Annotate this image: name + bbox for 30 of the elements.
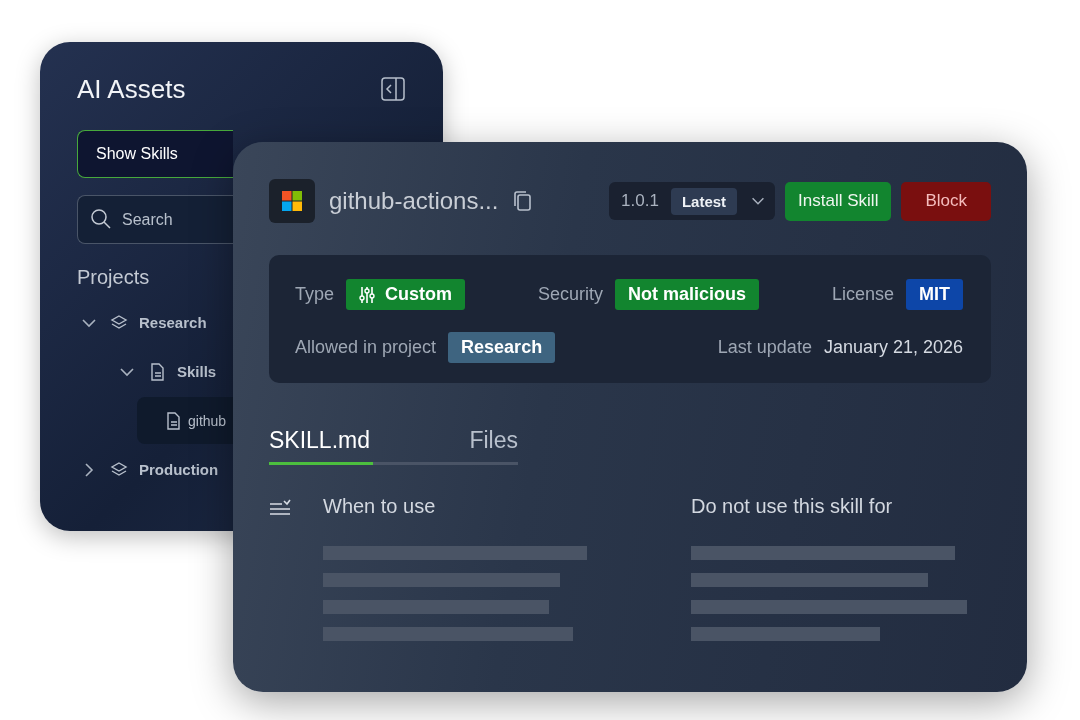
detail-label: License	[831, 284, 894, 305]
detail-label: Security	[537, 284, 603, 305]
collapse-panel-icon[interactable]	[380, 76, 406, 102]
tree-item[interactable]: Skills	[115, 348, 217, 395]
detail-value: January 21, 2026	[823, 337, 963, 358]
tab[interactable]: Files	[469, 421, 518, 465]
detail-label: Allowed in project	[295, 337, 437, 358]
section-title: When to use	[323, 495, 437, 518]
detail-badge: MIT	[906, 279, 963, 310]
search-icon	[90, 208, 112, 230]
skill-name: github-actions...	[329, 187, 499, 215]
tree-item[interactable]: Production	[77, 446, 219, 493]
version-dropdown[interactable]: 1.0.1 Latest	[609, 182, 776, 220]
section-heading: Projects	[77, 266, 151, 289]
detail-label: Last update	[717, 337, 812, 358]
tree-item[interactable]: Research	[77, 299, 207, 346]
search-field[interactable]: Search	[77, 195, 233, 244]
logo-icon	[269, 179, 315, 223]
detail-label: Type	[295, 284, 335, 305]
tree-item[interactable]: github	[137, 397, 233, 444]
latest-tag: Latest	[670, 187, 738, 215]
sidebar-title: AI Assets	[77, 73, 186, 105]
install-button[interactable]: Install Skill	[785, 181, 892, 221]
detail-badge: Custom	[346, 279, 466, 310]
filter-dropdown[interactable]: Show Skills	[77, 130, 233, 178]
block-button[interactable]: Block	[901, 181, 991, 221]
detail-badge: Research	[448, 332, 556, 363]
section-title: Do not use this skill for	[691, 495, 894, 518]
detail-badge: Not malicious	[615, 279, 759, 310]
tab[interactable]: SKILL.md	[269, 421, 373, 465]
